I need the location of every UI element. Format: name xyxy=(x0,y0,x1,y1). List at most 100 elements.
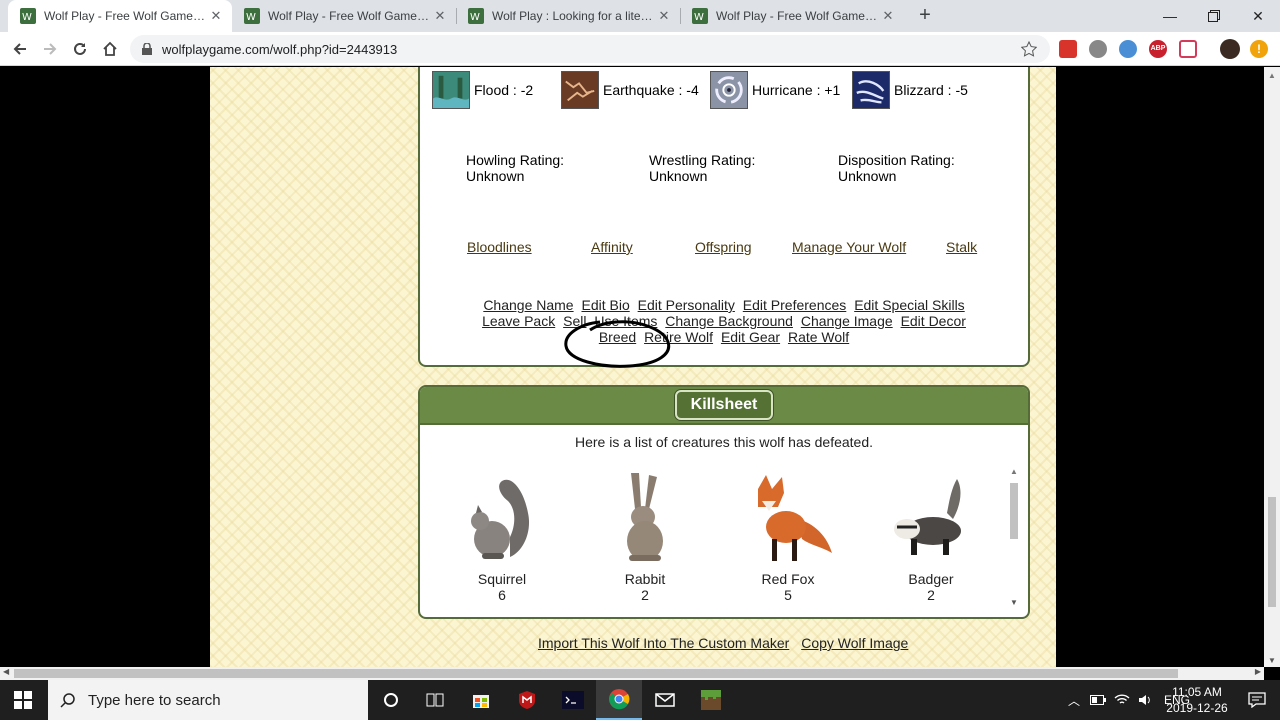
task-view-icon[interactable] xyxy=(412,680,458,720)
creature-count: 5 xyxy=(784,587,792,603)
killsheet-panel: Killsheet Here is a list of creatures th… xyxy=(418,385,1030,619)
search-placeholder: Type here to search xyxy=(88,691,221,709)
volume-icon[interactable] xyxy=(1138,694,1152,706)
badger-icon xyxy=(894,479,961,555)
adblock-icon[interactable]: ABP xyxy=(1149,40,1167,58)
svg-text:W: W xyxy=(22,12,32,23)
skype-icon[interactable] xyxy=(1119,40,1137,58)
footer-links: Import This Wolf Into The Custom Maker C… xyxy=(538,635,916,651)
disaster-label: Blizzard : -5 xyxy=(894,82,968,98)
manage-wolf-link[interactable]: Manage Your Wolf xyxy=(792,239,906,255)
extension-icon[interactable] xyxy=(1059,40,1077,58)
creature-card: Badger 2 xyxy=(876,469,986,603)
creature-count: 6 xyxy=(498,587,506,603)
disaster-label: Earthquake : -4 xyxy=(603,82,699,98)
tab-3[interactable]: W Wolf Play : Looking for a literate ✕ xyxy=(456,0,680,32)
stalk-link[interactable]: Stalk xyxy=(946,239,977,255)
page-horizontal-scrollbar[interactable]: ◀ ▶ xyxy=(0,667,1264,680)
svg-text:W: W xyxy=(694,12,704,23)
terminal-icon[interactable] xyxy=(550,680,596,720)
wolfplay-favicon-icon: W xyxy=(20,8,36,24)
mcafee-icon[interactable] xyxy=(504,680,550,720)
lock-icon xyxy=(142,43,152,55)
close-tab-icon[interactable]: ✕ xyxy=(432,8,448,24)
close-tab-icon[interactable]: ✕ xyxy=(880,8,896,24)
edit-decor-link[interactable]: Edit Decor xyxy=(901,313,966,329)
reload-icon[interactable] xyxy=(68,37,92,61)
offspring-link[interactable]: Offspring xyxy=(695,239,752,255)
back-icon[interactable] xyxy=(8,37,32,61)
scroll-left-icon[interactable]: ◀ xyxy=(3,667,9,676)
close-tab-icon[interactable]: ✕ xyxy=(656,8,672,24)
edit-gear-link[interactable]: Edit Gear xyxy=(721,329,780,345)
minecraft-icon[interactable] xyxy=(688,680,734,720)
profile-avatar[interactable] xyxy=(1220,39,1240,59)
killsheet-scrollbar[interactable]: ▲ ▼ xyxy=(1008,467,1020,607)
chevron-up-icon[interactable]: ︿ xyxy=(1066,692,1082,709)
earthquake-icon xyxy=(561,71,599,109)
edit-preferences-link[interactable]: Edit Preferences xyxy=(743,297,847,313)
taskbar-clock[interactable]: 11:05 AM 2019-12-26 xyxy=(1162,684,1232,716)
leave-pack-link[interactable]: Leave Pack xyxy=(482,313,555,329)
scroll-down-icon[interactable]: ▼ xyxy=(1010,598,1018,607)
bloodlines-link[interactable]: Bloodlines xyxy=(467,239,532,255)
import-custom-maker-link[interactable]: Import This Wolf Into The Custom Maker xyxy=(538,635,789,651)
cortana-icon[interactable] xyxy=(368,680,414,720)
wolf-stats-panel: Flood : -2 Earthquake : -4 Hurricane : +… xyxy=(418,67,1030,367)
forward-icon[interactable] xyxy=(38,37,62,61)
url-text: wolfplaygame.com/wolf.php?id=2443913 xyxy=(162,41,398,57)
scroll-thumb[interactable] xyxy=(1268,497,1276,607)
clock-date: 2019-12-26 xyxy=(1166,701,1228,715)
blizzard-icon xyxy=(852,71,890,109)
chrome-icon[interactable] xyxy=(596,680,642,720)
browser-toolbar: wolfplaygame.com/wolf.php?id=2443913 ABP… xyxy=(0,32,1280,66)
change-image-link[interactable]: Change Image xyxy=(801,313,893,329)
change-name-link[interactable]: Change Name xyxy=(483,297,573,313)
tab-title: Wolf Play : Looking for a literate xyxy=(492,9,656,23)
creature-card: Rabbit 2 xyxy=(590,469,700,603)
wolfplay-favicon-icon: W xyxy=(692,8,708,24)
affinity-link[interactable]: Affinity xyxy=(591,239,633,255)
minimize-icon[interactable]: — xyxy=(1148,0,1192,32)
bookmark-star-icon[interactable] xyxy=(1021,41,1037,57)
rate-wolf-link[interactable]: Rate Wolf xyxy=(788,329,849,345)
close-tab-icon[interactable]: ✕ xyxy=(208,8,224,24)
start-button[interactable] xyxy=(0,680,46,720)
edit-special-skills-link[interactable]: Edit Special Skills xyxy=(854,297,965,313)
howling-rating: Howling Rating: Unknown xyxy=(466,152,564,184)
battery-icon[interactable] xyxy=(1090,695,1106,705)
restore-icon[interactable] xyxy=(1192,0,1236,32)
tab-4[interactable]: W Wolf Play - Free Wolf Game! | Wo ✕ xyxy=(680,0,904,32)
scroll-up-icon[interactable]: ▲ xyxy=(1268,71,1276,80)
home-icon[interactable] xyxy=(98,37,122,61)
address-bar[interactable]: wolfplaygame.com/wolf.php?id=2443913 xyxy=(130,35,1050,63)
disposition-rating: Disposition Rating: Unknown xyxy=(838,152,955,184)
wifi-icon[interactable] xyxy=(1114,694,1130,706)
scroll-thumb[interactable] xyxy=(14,669,1178,678)
taskbar-search-box[interactable]: Type here to search xyxy=(48,680,368,720)
notifications-icon[interactable] xyxy=(1234,680,1280,720)
update-alert-icon[interactable]: ! xyxy=(1250,40,1268,58)
edit-links-row: Change Name Edit Bio Edit Personality Ed… xyxy=(420,297,1028,313)
store-icon[interactable] xyxy=(458,680,504,720)
tab-1[interactable]: W Wolf Play - Free Wolf Game! | Wo ✕ xyxy=(8,0,232,32)
extension-icon[interactable] xyxy=(1089,40,1107,58)
mail-icon[interactable] xyxy=(642,680,688,720)
page-vertical-scrollbar[interactable]: ▲ ▼ xyxy=(1264,67,1280,667)
scroll-thumb[interactable] xyxy=(1010,483,1018,539)
edit-personality-link[interactable]: Edit Personality xyxy=(638,297,735,313)
close-window-icon[interactable]: ✕ xyxy=(1236,0,1280,32)
scroll-right-icon[interactable]: ▶ xyxy=(1255,667,1261,676)
tab-title: Wolf Play - Free Wolf Game! | Wo xyxy=(44,9,208,23)
scroll-down-icon[interactable]: ▼ xyxy=(1268,656,1276,665)
pocket-icon[interactable] xyxy=(1179,40,1197,58)
tab-2[interactable]: W Wolf Play - Free Wolf Game! | Wo ✕ xyxy=(232,0,456,32)
flood-stat: Flood : -2 xyxy=(432,71,533,109)
copy-wolf-image-link[interactable]: Copy Wolf Image xyxy=(801,635,908,651)
red-fox-icon xyxy=(758,475,832,561)
scroll-up-icon[interactable]: ▲ xyxy=(1010,467,1018,476)
rabbit-icon xyxy=(627,473,663,561)
edit-bio-link[interactable]: Edit Bio xyxy=(581,297,629,313)
new-tab-icon[interactable]: + xyxy=(914,5,936,27)
rating-label: Howling Rating: xyxy=(466,152,565,168)
